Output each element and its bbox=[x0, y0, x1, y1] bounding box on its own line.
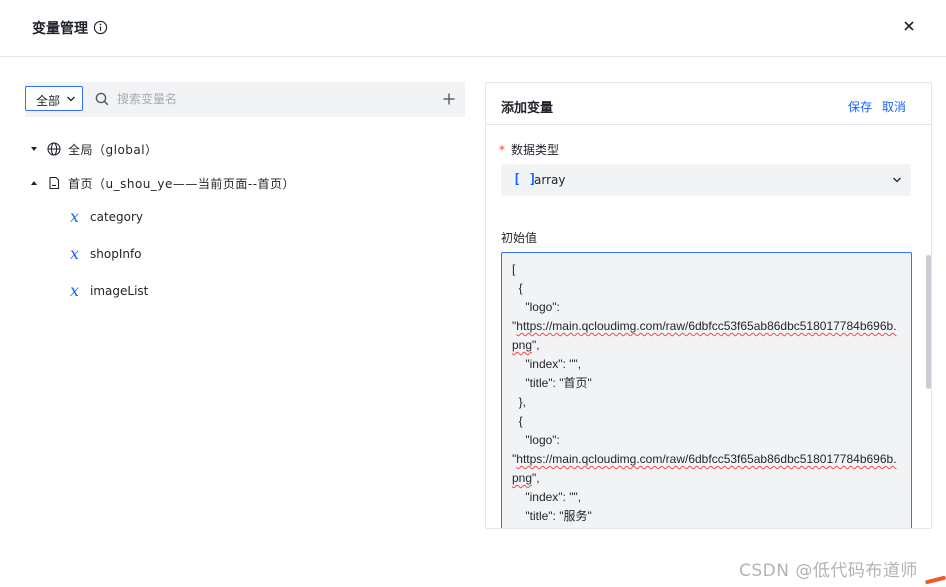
panel-title: 添加变量 bbox=[501, 101, 554, 116]
code-content: [ { "logo": "https://main.qcloudimg.com/… bbox=[512, 262, 897, 523]
tree-node-label: 首页（u_shou_ye——当前页面--首页） bbox=[68, 176, 296, 191]
scope-select[interactable]: 全部 bbox=[25, 86, 83, 111]
variable-name: imageList bbox=[90, 284, 149, 298]
variable-item[interactable]: x imageList bbox=[70, 280, 148, 302]
variable-icon: x bbox=[70, 281, 80, 300]
data-type-label: * 数据类型 bbox=[499, 141, 559, 158]
info-icon[interactable] bbox=[93, 20, 108, 35]
dialog-header: 变量管理 bbox=[0, 0, 946, 57]
scrollbar[interactable] bbox=[926, 255, 931, 389]
save-button[interactable]: 保存 bbox=[848, 98, 872, 115]
variable-icon: x bbox=[70, 207, 80, 226]
scope-select-value: 全部 bbox=[36, 94, 61, 108]
data-type-label-text: 数据类型 bbox=[511, 143, 560, 157]
search-icon bbox=[95, 92, 109, 106]
globe-icon bbox=[47, 142, 61, 156]
logo-url: https://main.qcloudimg.com/raw/6dbfcc53f… bbox=[512, 319, 897, 352]
array-icon: [ ] bbox=[513, 172, 537, 187]
chevron-down-icon bbox=[67, 96, 75, 102]
tree-node-label: 全局（global） bbox=[68, 142, 158, 157]
search-input[interactable] bbox=[117, 88, 417, 110]
variable-name: shopInfo bbox=[90, 247, 142, 261]
panel-header: 添加变量 保存 取消 bbox=[486, 83, 931, 125]
initial-value-editor[interactable]: [ { "logo": "https://main.qcloudimg.com/… bbox=[501, 252, 912, 528]
caret-up-icon[interactable] bbox=[30, 179, 38, 187]
data-type-value: array bbox=[534, 173, 566, 187]
cancel-button[interactable]: 取消 bbox=[882, 98, 906, 115]
watermark: CSDN @低代码布道师 bbox=[739, 561, 918, 581]
initial-value-label: 初始值 bbox=[501, 231, 538, 245]
variable-name: category bbox=[90, 210, 144, 224]
tree-node-page[interactable]: 首页（u_shou_ye——当前页面--首页） bbox=[30, 172, 295, 194]
plus-icon[interactable] bbox=[443, 93, 455, 105]
logo-url: https://main.qcloudimg.com/raw/6dbfcc53f… bbox=[512, 452, 897, 485]
tree-node-global[interactable]: 全局（global） bbox=[30, 138, 158, 160]
add-variable-panel: 添加变量 保存 取消 * 数据类型 [ ] array 初始值 [ { "logo… bbox=[485, 82, 932, 529]
close-icon[interactable] bbox=[902, 19, 916, 33]
data-type-select[interactable]: [ ] array bbox=[501, 164, 911, 196]
required-mark: * bbox=[499, 143, 505, 157]
decorative-mark bbox=[924, 575, 946, 585]
chevron-down-icon bbox=[893, 177, 901, 183]
variable-item[interactable]: x shopInfo bbox=[70, 243, 142, 265]
page-icon bbox=[49, 176, 60, 190]
caret-down-icon[interactable] bbox=[30, 145, 38, 153]
variable-item[interactable]: x category bbox=[70, 206, 143, 228]
dialog-title: 变量管理 bbox=[32, 21, 88, 37]
variable-toolbar: 全部 bbox=[25, 82, 465, 117]
variable-icon: x bbox=[70, 244, 80, 263]
